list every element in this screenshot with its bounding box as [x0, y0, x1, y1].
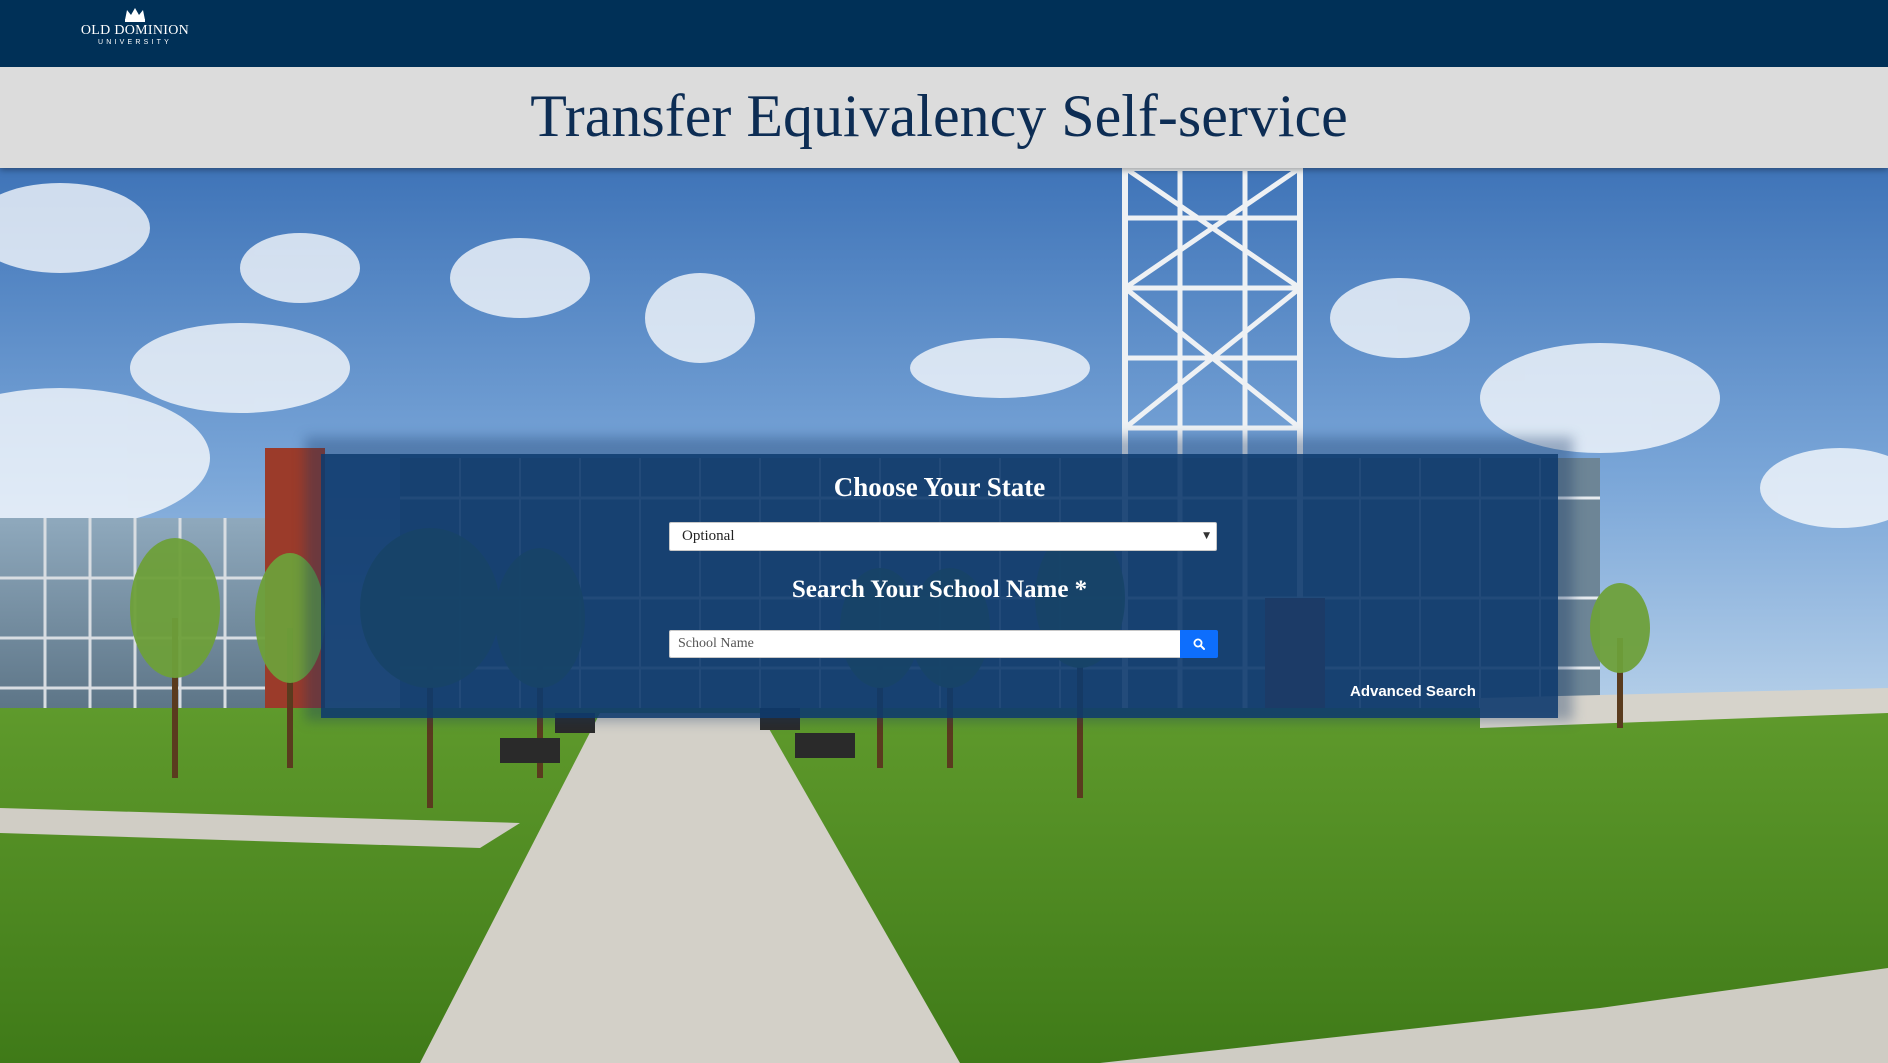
chevron-down-icon: ▼ — [1203, 531, 1210, 541]
state-select[interactable]: Optional ▼ — [669, 522, 1217, 551]
search-button[interactable] — [1180, 630, 1218, 658]
university-logo[interactable]: OLD DOMINION UNIVERSITY — [80, 6, 190, 54]
crown-icon — [125, 8, 145, 22]
page-title: Transfer Equivalency Self-service — [530, 83, 1348, 149]
logo-text-secondary: UNIVERSITY — [97, 39, 172, 46]
state-select-value: Optional — [682, 528, 735, 544]
title-band: Transfer Equivalency Self-service — [0, 67, 1888, 168]
search-panel: Choose Your State Optional ▼ Search Your… — [321, 454, 1558, 718]
state-heading: Choose Your State — [833, 472, 1046, 502]
advanced-search-link[interactable]: Advanced Search — [1350, 683, 1476, 700]
logo-text-primary: OLD DOMINION — [80, 23, 190, 38]
top-header-bar: OLD DOMINION UNIVERSITY — [0, 0, 1888, 67]
search-icon — [1193, 638, 1205, 650]
school-name-input[interactable] — [669, 630, 1180, 658]
school-heading: Search Your School Name * — [791, 576, 1088, 603]
